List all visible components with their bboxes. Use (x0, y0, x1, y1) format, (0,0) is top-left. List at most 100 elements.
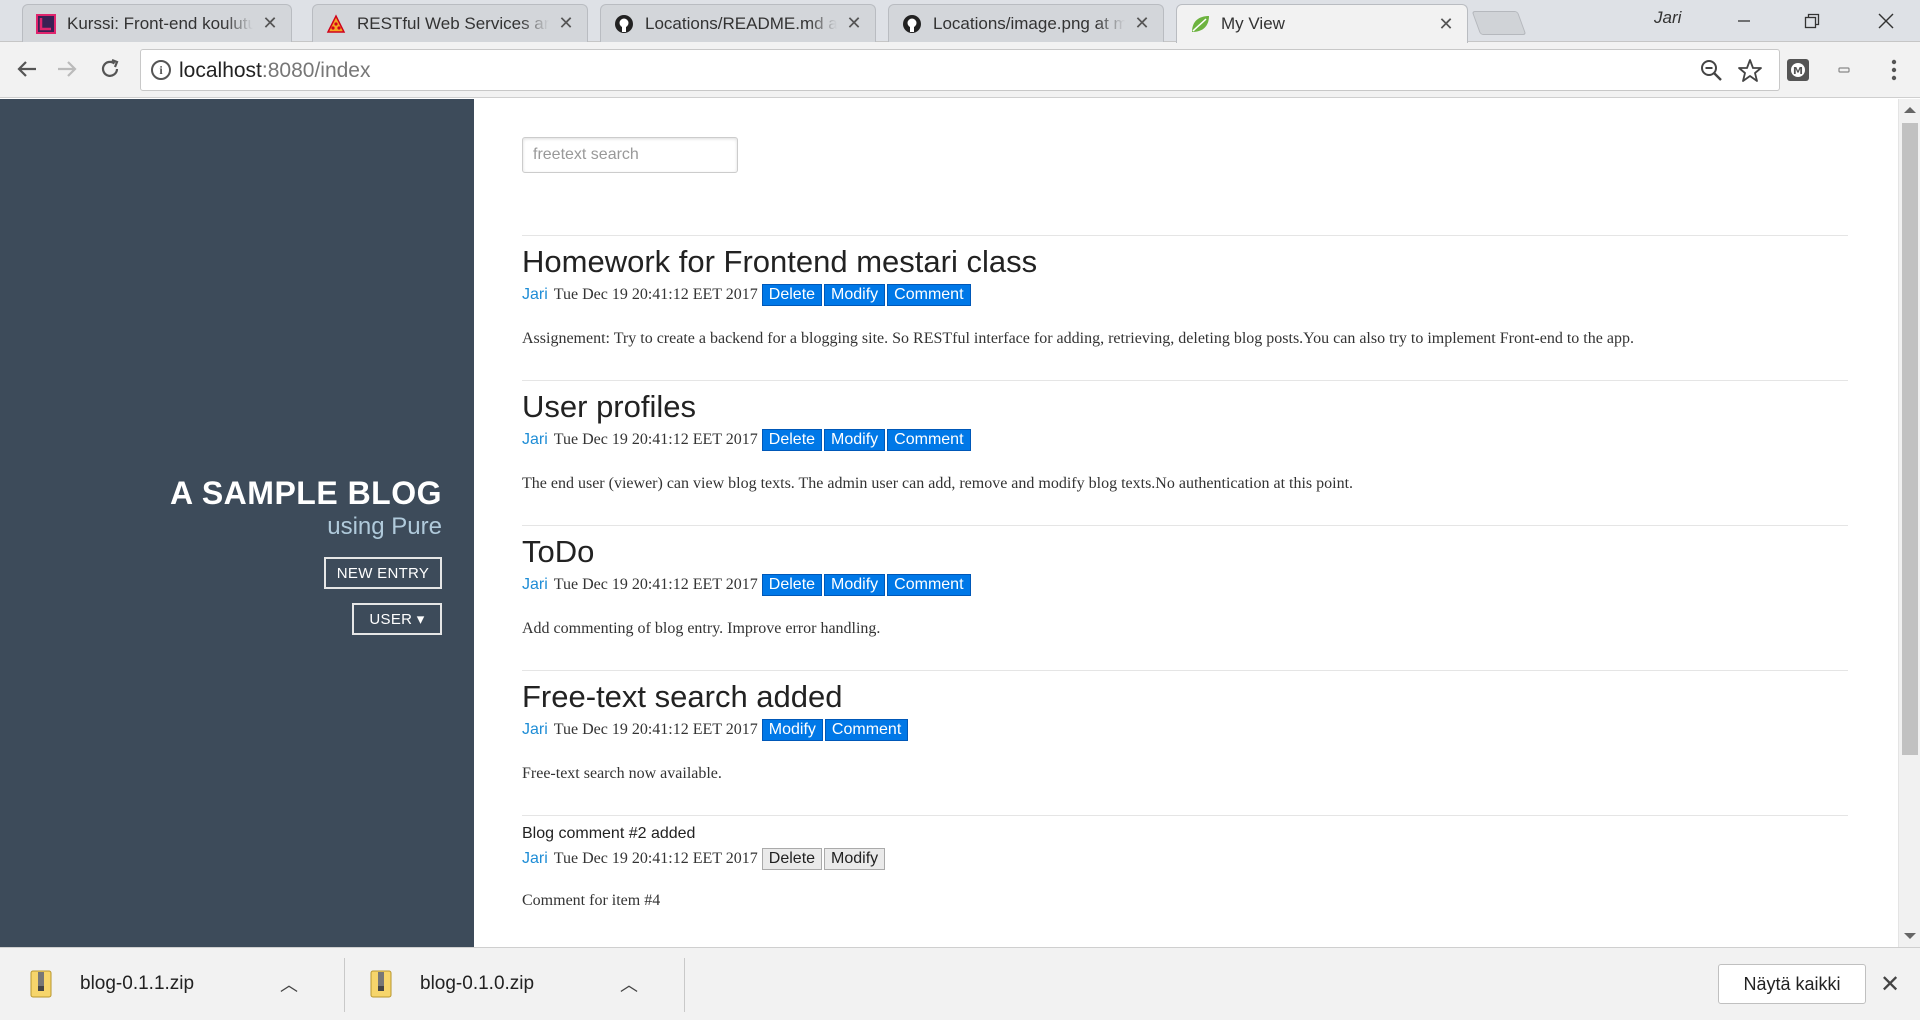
restore-icon[interactable] (1778, 0, 1846, 42)
github-icon (901, 13, 923, 35)
tab-title: Kurssi: Front-end koulutus (67, 13, 253, 33)
download-item[interactable]: blog-0.1.0.zip ︿ (370, 958, 638, 1010)
url-host: localhost (179, 59, 262, 82)
modify-button[interactable]: Modify (824, 848, 886, 870)
comment-body: Comment for item #4 (522, 892, 661, 909)
page-viewport: A SAMPLE BLOG using Pure NEW ENTRY USER … (0, 99, 1920, 947)
blog-content: Homework for Frontend mestari class Jari… (522, 99, 1848, 947)
reload-icon[interactable] (95, 54, 125, 84)
modify-button[interactable]: Modify (824, 284, 886, 306)
freetext-search-input[interactable] (522, 137, 738, 173)
delete-button[interactable]: Delete (761, 574, 823, 596)
scroll-up-icon[interactable] (1904, 107, 1916, 113)
site-info-icon[interactable]: i (151, 60, 171, 80)
comment-author-link[interactable]: Jari (522, 850, 548, 868)
post-author-link[interactable]: Jari (522, 576, 548, 594)
post-date: Tue Dec 19 20:41:12 EET 2017 (553, 721, 758, 738)
post-body: The end user (viewer) can view blog text… (522, 475, 1354, 492)
show-all-downloads-button[interactable]: Näytä kaikki (1718, 964, 1866, 1004)
address-bar[interactable]: i localhost:8080/index (140, 49, 1780, 91)
extension-small-icon[interactable] (1830, 56, 1858, 84)
comment-button[interactable]: Comment (887, 429, 971, 451)
post-body: Assignement: Try to create a backend for… (522, 330, 1634, 347)
chevron-up-icon[interactable]: ︿ (280, 971, 298, 997)
close-tab-icon[interactable]: ✕ (845, 13, 863, 34)
post-author-link[interactable]: Jari (522, 286, 548, 304)
delete-button[interactable]: Delete (761, 429, 823, 451)
post-title: User profiles (522, 389, 696, 424)
blog-comment: Blog comment #2 added Jari Tue Dec 19 20… (522, 815, 1848, 947)
comment-button[interactable]: Comment (824, 719, 909, 741)
close-tab-icon[interactable]: ✕ (261, 13, 279, 34)
brand-tagline: using Pure (327, 513, 442, 540)
url-text[interactable]: localhost:8080/index (179, 59, 370, 83)
download-file-name: blog-0.1.0.zip (420, 973, 535, 994)
scroll-thumb[interactable] (1902, 123, 1918, 755)
zoom-icon[interactable] (1699, 58, 1723, 82)
new-tab-button[interactable] (1471, 11, 1527, 35)
forward-icon[interactable] (52, 54, 82, 84)
download-item[interactable]: blog-0.1.1.zip ︿ (30, 958, 298, 1010)
download-shelf: blog-0.1.1.zip ︿ blog-0.1.0.zip ︿ Näytä … (0, 947, 1920, 1020)
post-author-link[interactable]: Jari (522, 431, 548, 449)
post-date: Tue Dec 19 20:41:12 EET 2017 (553, 431, 758, 448)
post-body: Free-text search now available. (522, 765, 722, 782)
course-icon (35, 13, 57, 35)
blog-sidebar: A SAMPLE BLOG using Pure NEW ENTRY USER … (0, 99, 474, 947)
zip-file-icon (30, 970, 52, 998)
pizza-icon (325, 13, 347, 35)
comment-button[interactable]: Comment (887, 574, 971, 596)
profile-user-name[interactable]: Jari (1654, 8, 1681, 28)
browser-toolbar: i localhost:8080/index M (0, 42, 1920, 98)
post-meta: Jari Tue Dec 19 20:41:12 EET 2017 Delete… (522, 284, 973, 306)
brand-title: A SAMPLE BLOG (170, 475, 442, 511)
url-path: :8080/index (261, 59, 371, 82)
modify-button[interactable]: Modify (824, 574, 886, 596)
blog-post: User profiles Jari Tue Dec 19 20:41:12 E… (522, 380, 1848, 525)
comment-button[interactable]: Comment (887, 284, 971, 306)
browser-tab-image[interactable]: Locations/image.png at m ✕ (888, 4, 1164, 42)
user-menu-button[interactable]: USER ▾ (352, 603, 442, 635)
back-icon[interactable] (12, 54, 42, 84)
post-title: ToDo (522, 534, 595, 569)
post-author-link[interactable]: Jari (522, 721, 548, 739)
browser-tab-course[interactable]: Kurssi: Front-end koulutus ✕ (22, 4, 292, 42)
delete-button[interactable]: Delete (761, 848, 823, 870)
post-meta: Jari Tue Dec 19 20:41:12 EET 2017 Delete… (522, 574, 973, 596)
close-tab-icon[interactable]: ✕ (1437, 14, 1455, 35)
tab-title: Locations/README.md at (645, 13, 837, 33)
post-meta: Jari Tue Dec 19 20:41:12 EET 2017 Delete… (522, 429, 973, 451)
comment-title: Blog comment #2 added (522, 825, 696, 842)
browser-tab-restful[interactable]: RESTful Web Services and ✕ (312, 4, 588, 42)
post-date: Tue Dec 19 20:41:12 EET 2017 (553, 286, 758, 303)
browser-tab-strip: Kurssi: Front-end koulutus ✕ RESTful Web… (0, 0, 1920, 43)
chevron-up-icon[interactable]: ︿ (620, 971, 638, 997)
close-shelf-icon[interactable]: ✕ (1880, 970, 1900, 999)
close-tab-icon[interactable]: ✕ (1133, 13, 1151, 34)
comment-date: Tue Dec 19 20:41:12 EET 2017 (553, 850, 758, 867)
close-tab-icon[interactable]: ✕ (557, 13, 575, 34)
tab-title: RESTful Web Services and (357, 13, 549, 33)
divider (344, 958, 345, 1012)
more-menu-icon[interactable] (1880, 56, 1908, 84)
close-window-icon[interactable] (1852, 0, 1920, 42)
github-icon (613, 13, 635, 35)
post-meta: Jari Tue Dec 19 20:41:12 EET 2017 Modify… (522, 719, 910, 741)
comment-meta: Jari Tue Dec 19 20:41:12 EET 2017 Delete… (522, 848, 887, 870)
blog-post: Free-text search added Jari Tue Dec 19 2… (522, 670, 1848, 815)
post-title: Free-text search added (522, 679, 843, 714)
extension-icon[interactable]: M (1784, 56, 1812, 84)
brand: A SAMPLE BLOG using Pure (170, 475, 442, 543)
browser-tab-my-view[interactable]: My View ✕ (1176, 4, 1468, 43)
browser-tab-readme[interactable]: Locations/README.md at ✕ (600, 4, 876, 42)
modify-button[interactable]: Modify (761, 719, 823, 741)
new-entry-button[interactable]: NEW ENTRY (324, 557, 442, 589)
tab-title: My View (1221, 14, 1285, 33)
page-scrollbar[interactable] (1898, 99, 1920, 947)
blog-post: ToDo Jari Tue Dec 19 20:41:12 EET 2017 D… (522, 525, 1848, 670)
modify-button[interactable]: Modify (824, 429, 886, 451)
scroll-down-icon[interactable] (1904, 933, 1916, 939)
delete-button[interactable]: Delete (761, 284, 823, 306)
minimize-icon[interactable] (1710, 0, 1778, 42)
bookmark-star-icon[interactable] (1737, 54, 1763, 91)
